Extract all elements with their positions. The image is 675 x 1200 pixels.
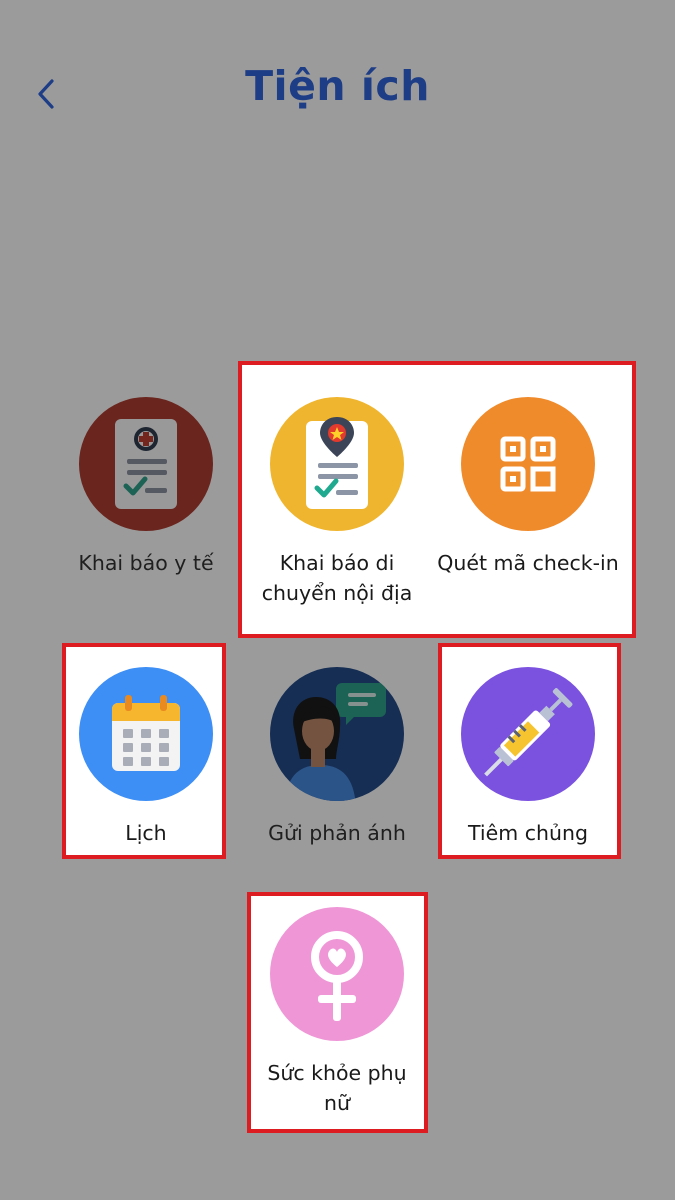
- qr-scan-icon: [461, 397, 595, 531]
- syringe-icon: [461, 667, 595, 801]
- utility-label: Tiêm chủng: [468, 821, 588, 845]
- utility-label: Quét mã check-in: [437, 551, 619, 575]
- utility-label: Khai báo y tế: [78, 551, 214, 575]
- medical-form-icon: [79, 397, 213, 531]
- feedback-icon: [270, 667, 404, 801]
- domestic-travel-form-icon: [270, 397, 404, 531]
- utility-label: Lịch: [125, 821, 167, 845]
- page-title: Tiện ích: [245, 62, 430, 110]
- utility-label: Gửi phản ánh: [268, 821, 406, 845]
- utility-label: Khai báo di chuyển nội địa: [261, 551, 413, 605]
- female-symbol-icon: [270, 907, 404, 1041]
- utility-label: Sức khỏe phụ nữ: [267, 1061, 407, 1115]
- calendar-icon: [79, 667, 213, 801]
